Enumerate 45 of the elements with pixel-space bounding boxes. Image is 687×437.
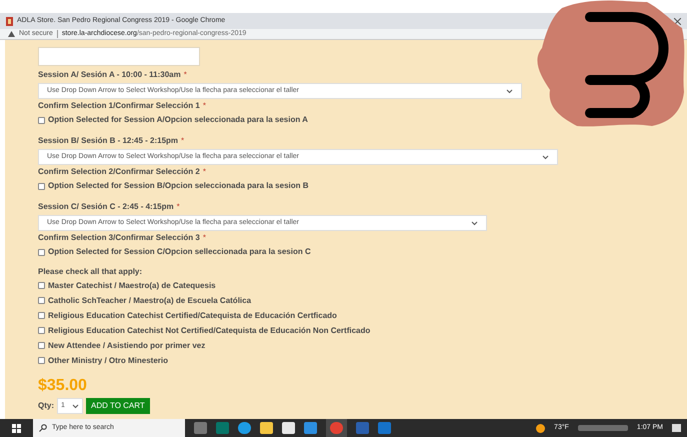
required-mark: * — [202, 232, 206, 244]
field-label: Session C/ Sesión C - 2:45 - 4:15pm — [38, 201, 174, 213]
required-mark: * — [202, 100, 206, 112]
checkbox[interactable] — [38, 182, 45, 190]
field-label: Confirm Selection 2/Confirmar Selección 2 — [38, 166, 200, 178]
checklist-label: Other Ministry / Otro Minesterio — [48, 354, 168, 366]
add-to-cart-button[interactable]: ADD TO CART — [86, 398, 150, 414]
close-icon[interactable] — [674, 18, 681, 24]
checklist-label: Religious Education Catechist Certified/Catequista de Educación Certficado — [48, 310, 337, 322]
required-mark: * — [176, 201, 180, 213]
option-label: Option Selected for Session A/Opcion seleccionada para la sesion A — [48, 114, 308, 126]
field-label: Session B/ Sesión B - 12:45 - 2:15pm — [38, 135, 178, 147]
checkbox[interactable] — [38, 342, 45, 349]
chevron-down-icon — [471, 220, 478, 226]
text-input-field[interactable] — [38, 47, 200, 66]
site-logo-icon — [6, 16, 13, 26]
checkbox[interactable] — [38, 297, 45, 304]
chevron-down-icon — [542, 154, 549, 160]
checkbox[interactable] — [38, 357, 45, 364]
required-mark: * — [181, 135, 184, 147]
price: $35.00 — [38, 377, 88, 395]
chevron-down-icon — [72, 404, 79, 408]
checklist-label: Master Catechist / Maestro(a) de Catequesis — [48, 280, 216, 292]
checklist-title: Please check all that apply: — [38, 266, 144, 278]
checklist-label: Religious Education Catechist Not Certified/Catequista de Educación Non Certficado — [48, 324, 370, 336]
quantity-label: Qty: — [38, 400, 54, 412]
checkbox[interactable] — [38, 116, 45, 124]
checklist-label: Catholic SchTeacher / Maestro(a) de Escuela Católica — [48, 294, 252, 306]
required-mark: * — [184, 69, 187, 81]
option-label: Option Selected for Session B/Opcion seleccionada para la sesion B — [48, 180, 309, 192]
chevron-down-icon — [506, 88, 513, 94]
checkbox[interactable] — [38, 327, 45, 334]
option-label: Option Selected for Session C/Opcion selleccionada para la sesion C — [48, 246, 311, 258]
warning-icon — [8, 31, 15, 37]
field-label: Session A/ Sesión A - 10:00 - 11:30am — [38, 69, 181, 81]
weather-sun-icon[interactable] — [536, 424, 546, 432]
required-mark: * — [202, 166, 206, 178]
field-label: Confirm Selection 1/Confirmar Selección 1 — [38, 100, 200, 112]
checklist-label: New Attendee / Asistiendo por primer vez — [48, 340, 206, 352]
checkbox[interactable] — [38, 282, 45, 289]
checkbox[interactable] — [38, 248, 45, 256]
checkbox[interactable] — [38, 312, 45, 319]
field-label: Confirm Selection 3/Confirmar Selección 3 — [38, 232, 200, 244]
windows-logo-icon[interactable] — [12, 424, 21, 432]
search-icon — [39, 424, 47, 432]
